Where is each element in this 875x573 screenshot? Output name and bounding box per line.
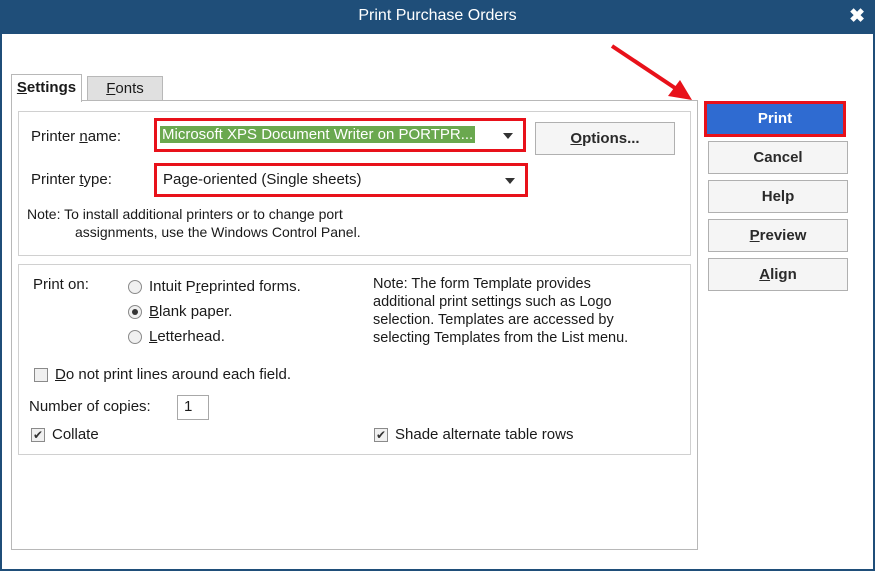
- printer-name-label: Printer name:: [31, 128, 122, 145]
- preview-button[interactable]: Preview: [708, 219, 848, 252]
- template-note-line2: additional print settings such as Logo: [373, 294, 612, 310]
- checkmark-icon: ✔: [375, 428, 387, 442]
- template-note-line3: selection. Templates are accessed by: [373, 312, 614, 328]
- radio-letterhead[interactable]: [128, 330, 142, 344]
- radio-preprinted-label[interactable]: Intuit Preprinted forms.: [149, 278, 301, 295]
- close-icon[interactable]: ✖: [849, 5, 865, 28]
- printer-type-select[interactable]: Page-oriented (Single sheets): [154, 163, 528, 197]
- tab-settings-label: ettings: [26, 79, 77, 96]
- cancel-button[interactable]: Cancel: [708, 141, 848, 174]
- copies-label: Number of copies:: [29, 398, 151, 415]
- printer-type-value: Page-oriented (Single sheets): [163, 171, 362, 188]
- printer-name-value: Microsoft XPS Document Writer on PORTPR.…: [160, 126, 476, 143]
- window-title: Print Purchase Orders: [358, 7, 517, 24]
- tab-settings[interactable]: Settings: [11, 74, 82, 102]
- template-note-line4: selecting Templates from the List menu.: [373, 330, 629, 346]
- checkbox-shade-rows-label[interactable]: Shade alternate table rows: [395, 426, 573, 443]
- radio-blank-paper-label[interactable]: Blank paper.: [149, 303, 232, 320]
- printer-note-line2: assignments, use the Windows Control Pan…: [75, 224, 361, 240]
- checkbox-collate-label[interactable]: Collate: [52, 426, 99, 443]
- radio-blank-paper[interactable]: [128, 305, 142, 319]
- template-note-line1: Note: The form Template provides: [373, 276, 591, 292]
- checkbox-no-lines[interactable]: [34, 368, 48, 382]
- chevron-down-icon[interactable]: [505, 178, 515, 184]
- align-button[interactable]: Align: [708, 258, 848, 291]
- checkbox-collate[interactable]: ✔: [31, 428, 45, 442]
- print-button[interactable]: Print: [704, 101, 846, 137]
- printer-name-select[interactable]: Microsoft XPS Document Writer on PORTPR.…: [154, 118, 526, 152]
- print-options-group: [18, 264, 691, 455]
- help-button[interactable]: Help: [708, 180, 848, 213]
- printer-note-line1: Note: To install additional printers or …: [27, 206, 343, 222]
- checkbox-no-lines-label[interactable]: Do not print lines around each field.: [55, 366, 291, 383]
- options-button[interactable]: Options...: [535, 122, 675, 155]
- checkbox-shade-rows[interactable]: ✔: [374, 428, 388, 442]
- tab-fonts-label: onts: [115, 80, 144, 97]
- annotation-arrow-icon: [610, 44, 692, 100]
- radio-preprinted[interactable]: [128, 280, 142, 294]
- print-on-label: Print on:: [33, 276, 89, 293]
- copies-input[interactable]: 1: [177, 395, 209, 420]
- radio-selected-dot: [132, 309, 138, 315]
- radio-letterhead-label[interactable]: Letterhead.: [149, 328, 225, 345]
- checkmark-icon: ✔: [32, 428, 44, 442]
- tab-settings-mnemonic: S: [16, 79, 27, 96]
- title-bar: Print Purchase Orders ✖: [0, 0, 875, 34]
- chevron-down-icon[interactable]: [503, 133, 513, 139]
- tab-fonts[interactable]: Fonts: [87, 76, 163, 101]
- printer-type-label: Printer type:: [31, 171, 112, 188]
